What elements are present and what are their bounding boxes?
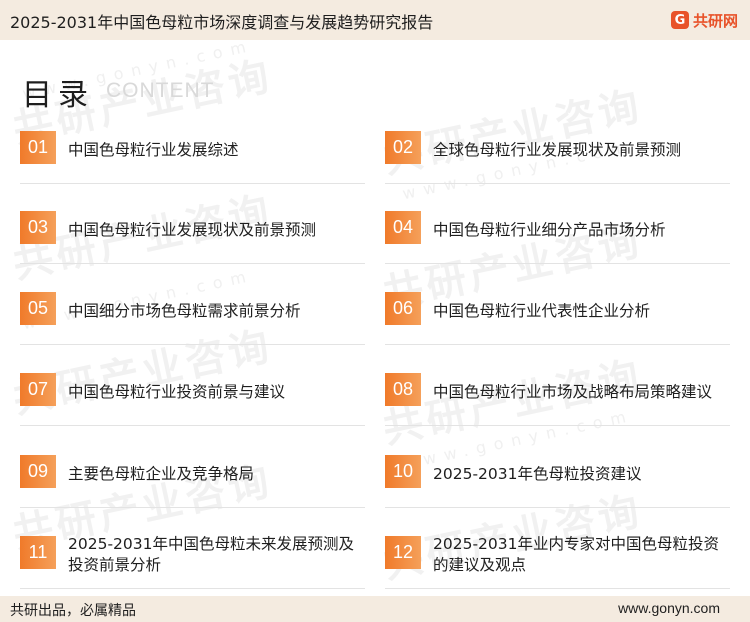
toc-item-label: 中国色母粒行业发展现状及前景预测: [68, 220, 317, 239]
footer-slogan: 共研出品，必属精品: [10, 603, 136, 619]
toc-item-label: 2025-2031年业内专家对中国色母粒投资的建议及观点: [433, 535, 719, 574]
toc-subtitle: CONTENT: [106, 79, 215, 102]
brand-logo[interactable]: G 共研网: [670, 9, 738, 31]
toc-number-badge: 01: [20, 131, 56, 164]
toc-item-label: 中国细分市场色母粒需求前景分析: [68, 301, 301, 320]
toc-item-05[interactable]: 05 中国细分市场色母粒需求前景分析: [20, 278, 365, 345]
toc-item-label: 中国色母粒行业投资前景与建议: [68, 382, 286, 401]
toc-item-01[interactable]: 01 中国色母粒行业发展综述: [20, 117, 365, 184]
toc-number-badge: 04: [385, 211, 421, 244]
toc-number-badge: 08: [385, 373, 421, 406]
toc-item-12[interactable]: 12 2025-2031年业内专家对中国色母粒投资的建议及观点: [385, 522, 730, 589]
toc-item-02[interactable]: 02 全球色母粒行业发展现状及前景预测: [385, 117, 730, 184]
toc-item-11[interactable]: 11 2025-2031年中国色母粒未来发展预测及投资前景分析: [20, 522, 365, 589]
toc-number-badge: 03: [20, 211, 56, 244]
toc-item-label: 中国色母粒行业细分产品市场分析: [433, 220, 666, 239]
toc-number-badge: 12: [385, 536, 421, 569]
logo-text: 共研网: [692, 11, 738, 30]
toc-item-label: 中国色母粒行业代表性企业分析: [433, 301, 651, 320]
toc-number-badge: 10: [385, 455, 421, 488]
toc-item-10[interactable]: 10 2025-2031年色母粒投资建议: [385, 441, 730, 508]
toc-item-07[interactable]: 07 中国色母粒行业投资前景与建议: [20, 359, 365, 426]
toc-number-badge: 07: [20, 373, 56, 406]
toc-number-badge: 02: [385, 131, 421, 164]
toc-item-06[interactable]: 06 中国色母粒行业代表性企业分析: [385, 278, 730, 345]
toc-item-label: 中国色母粒行业发展综述: [68, 140, 239, 159]
toc-item-03[interactable]: 03 中国色母粒行业发展现状及前景预测: [20, 197, 365, 264]
toc-item-label: 主要色母粒企业及竞争格局: [68, 464, 255, 483]
toc-number-badge: 09: [20, 455, 56, 488]
toc-item-label: 全球色母粒行业发展现状及前景预测: [433, 140, 682, 159]
logo-mark-icon: G: [670, 11, 689, 29]
toc-item-04[interactable]: 04 中国色母粒行业细分产品市场分析: [385, 197, 730, 264]
header-bar: 2025-2031年中国色母粒市场深度调查与发展趋势研究报告 G 共研网: [0, 0, 750, 40]
report-title: 2025-2031年中国色母粒市场深度调查与发展趋势研究报告: [10, 13, 434, 32]
toc-item-label: 中国色母粒行业市场及战略布局策略建议: [433, 382, 713, 401]
toc-number-badge: 05: [20, 292, 56, 325]
toc-number-badge: 11: [20, 536, 56, 569]
footer-url-link[interactable]: www.gonyn.com: [618, 600, 720, 616]
toc-title: 目录: [22, 78, 94, 113]
toc-item-label: 2025-2031年中国色母粒未来发展预测及投资前景分析: [68, 535, 354, 574]
toc-item-label: 2025-2031年色母粒投资建议: [433, 464, 642, 483]
toc-item-09[interactable]: 09 主要色母粒企业及竞争格局: [20, 441, 365, 508]
footer-bar: 共研出品，必属精品 www.gonyn.com: [0, 596, 750, 622]
toc-item-08[interactable]: 08 中国色母粒行业市场及战略布局策略建议: [385, 359, 730, 426]
toc-number-badge: 06: [385, 292, 421, 325]
